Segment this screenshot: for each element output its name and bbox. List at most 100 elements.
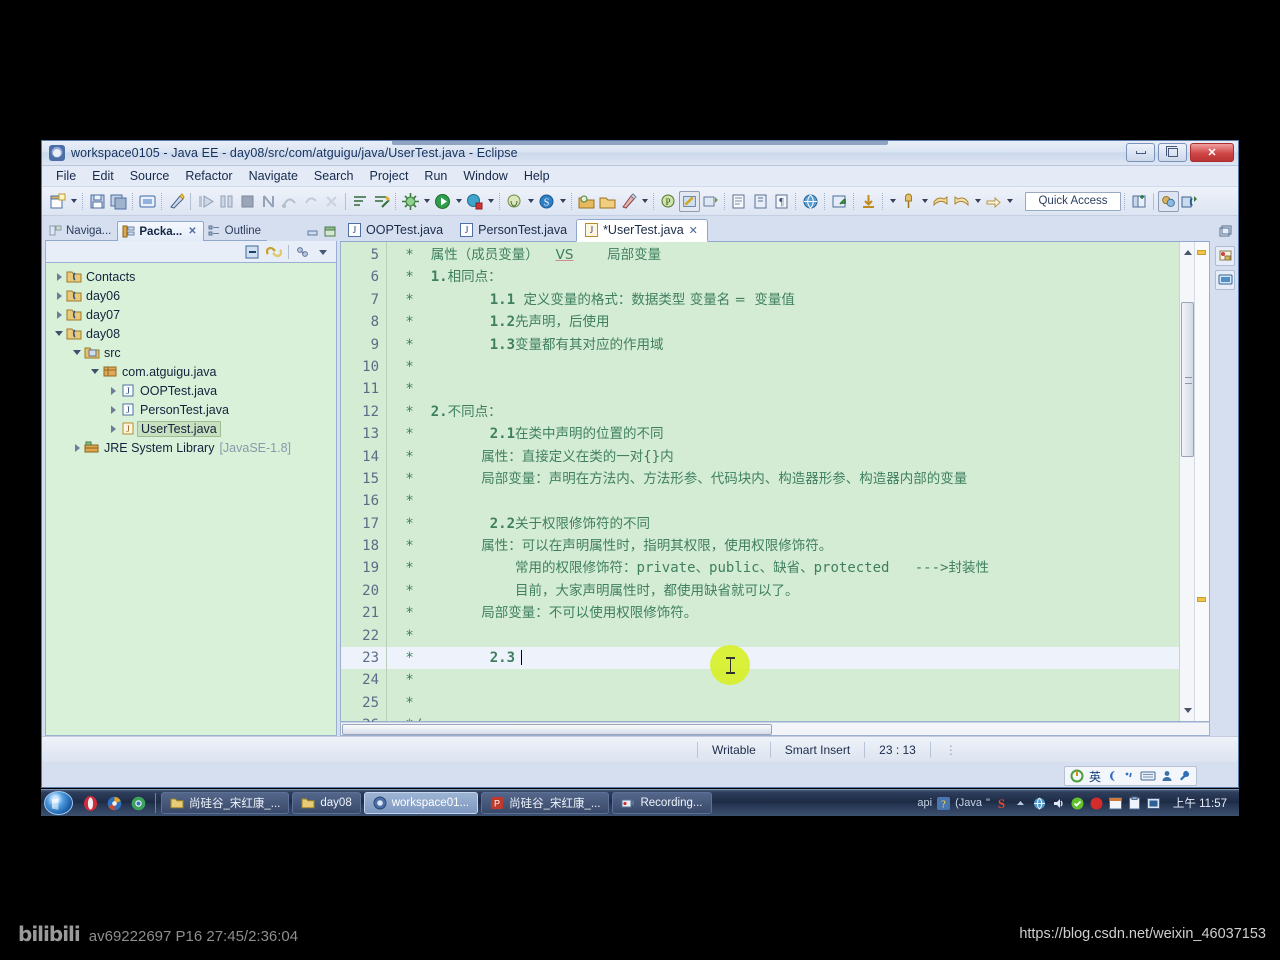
pin-dropdown-icon[interactable] xyxy=(919,191,930,211)
overview-marker[interactable] xyxy=(1197,597,1206,602)
window-title-bar[interactable]: workspace0105 - Java EE - day08/src/com/… xyxy=(42,141,1238,166)
scrollbar-thumb[interactable] xyxy=(342,724,772,735)
tree-item-src[interactable]: src xyxy=(46,343,336,362)
menu-window[interactable]: Window xyxy=(455,167,515,185)
view-menu-icon[interactable] xyxy=(295,245,310,259)
tree-item-persontest[interactable]: J PersonTest.java xyxy=(46,400,336,419)
close-icon[interactable]: ✕ xyxy=(689,224,698,237)
java-ee-perspective-icon[interactable] xyxy=(1158,190,1179,212)
opera-icon[interactable] xyxy=(78,792,102,814)
scrollbar-thumb[interactable] xyxy=(1181,302,1194,457)
debug-icon[interactable] xyxy=(400,191,421,212)
code-line[interactable]: * 2.不同点： xyxy=(387,401,1179,423)
collapse-arrow-icon[interactable] xyxy=(52,331,66,336)
menu-project[interactable]: Project xyxy=(362,167,417,185)
coverage-icon[interactable] xyxy=(464,191,485,212)
quick-access-input[interactable]: Quick Access xyxy=(1025,191,1121,211)
new-wizard-icon[interactable] xyxy=(47,191,68,212)
suspend-icon[interactable] xyxy=(216,191,237,212)
collapse-all-icon[interactable] xyxy=(245,245,260,259)
open-task-icon[interactable] xyxy=(597,191,618,212)
project-tree[interactable]: Contacts day06 day07 day08 src com.atgui… xyxy=(45,263,337,736)
open-browser-icon[interactable] xyxy=(800,191,821,212)
drop-to-frame-icon[interactable] xyxy=(321,191,342,212)
code-line-current[interactable]: * 2.3 xyxy=(387,647,1179,670)
print-icon[interactable] xyxy=(137,191,158,212)
display-view-icon[interactable] xyxy=(1215,270,1235,290)
open-perspective-icon[interactable] xyxy=(829,191,850,212)
editor-tab-persontest[interactable]: J PersonTest.java xyxy=(452,220,577,242)
back-dropdown-icon[interactable] xyxy=(972,191,983,211)
new-class-dropdown-icon[interactable] xyxy=(557,191,568,211)
ime-moon-icon[interactable] xyxy=(1106,769,1118,783)
taskbar-item-folder-day08[interactable]: day08 xyxy=(292,792,361,814)
calendar-icon[interactable] xyxy=(1108,796,1123,811)
ime-punct-icon[interactable] xyxy=(1123,769,1135,783)
annotation-icon[interactable] xyxy=(700,191,721,212)
forward-history-icon[interactable] xyxy=(930,191,951,212)
open-type-icon[interactable] xyxy=(576,191,597,212)
taskbar-item-recording[interactable]: Recording... xyxy=(612,792,712,814)
code-line[interactable]: * 2.2关于权限修饰符的不同 xyxy=(387,513,1179,535)
search-icon[interactable] xyxy=(618,191,639,212)
view-chevron-icon[interactable] xyxy=(316,245,330,259)
expand-arrow-icon[interactable] xyxy=(70,444,84,452)
tree-item-contacts[interactable]: Contacts xyxy=(46,267,336,286)
marker-icon[interactable]: P xyxy=(658,191,679,212)
new-java-project-dropdown-icon[interactable] xyxy=(525,191,536,211)
overview-marker[interactable] xyxy=(1197,250,1206,255)
firefox-icon[interactable] xyxy=(102,792,126,814)
toggle-mark-occurrences-icon[interactable] xyxy=(679,190,700,212)
code-line[interactable]: * 1.3变量都有其对应的作用域 xyxy=(387,334,1179,356)
ime-keyboard-icon[interactable] xyxy=(1140,769,1156,783)
window-drag-handle[interactable] xyxy=(392,141,888,145)
code-line[interactable]: */ xyxy=(387,714,1179,721)
help-icon[interactable]: ? xyxy=(936,796,951,811)
search-dropdown-icon[interactable] xyxy=(639,191,650,211)
minimize-button[interactable] xyxy=(1126,143,1155,162)
maximize-button[interactable] xyxy=(1158,143,1187,162)
menu-file[interactable]: File xyxy=(48,167,84,185)
code-line[interactable]: * xyxy=(387,356,1179,378)
taskbar-item-powerpoint[interactable]: P 尚硅谷_宋红康_... xyxy=(481,792,610,814)
tree-item-day08[interactable]: day08 xyxy=(46,324,336,343)
editor-tab-ooptest[interactable]: J OOPTest.java xyxy=(340,220,453,242)
source-editor[interactable]: 5 6 7 8 9 10 11 12 13 14 15 16 17 18 19 … xyxy=(340,242,1210,733)
menu-run[interactable]: Run xyxy=(416,167,455,185)
link-with-editor-icon[interactable] xyxy=(266,245,282,259)
external-tools-icon[interactable] xyxy=(371,191,392,212)
step-return-icon[interactable] xyxy=(300,191,321,212)
network-icon[interactable] xyxy=(1032,796,1047,811)
download-icon[interactable] xyxy=(858,191,879,212)
view-tab-navigator[interactable]: Naviga... xyxy=(45,221,118,241)
code-line[interactable]: * 属性：直接定义在类的一对{}内 xyxy=(387,446,1179,468)
tree-item-package[interactable]: com.atguigu.java xyxy=(46,362,336,381)
paragraph-marks-icon[interactable]: ¶ xyxy=(771,191,792,212)
step-into-icon[interactable] xyxy=(258,191,279,212)
scroll-down-arrow-icon[interactable] xyxy=(1184,708,1192,713)
volume-icon[interactable] xyxy=(1051,796,1066,811)
new-java-project-icon[interactable] xyxy=(504,191,525,212)
editor-vertical-scrollbar[interactable] xyxy=(1179,242,1194,721)
ime-lang-icon[interactable]: 英 xyxy=(1089,768,1101,785)
code-line[interactable]: * 属性：可以在声明属性时，指明其权限，使用权限修饰符。 xyxy=(387,535,1179,557)
save-all-icon[interactable] xyxy=(108,191,129,212)
code-line[interactable]: * xyxy=(387,625,1179,647)
new-wizard-dropdown-icon[interactable] xyxy=(68,191,79,211)
pin-icon[interactable] xyxy=(898,191,919,212)
code-line[interactable]: * 常用的权限修饰符：private、public、缺省、protected -… xyxy=(387,557,1179,579)
expand-arrow-icon[interactable] xyxy=(106,406,120,414)
maximize-view-icon[interactable] xyxy=(323,225,337,238)
expand-arrow-icon[interactable] xyxy=(106,387,120,395)
code-line[interactable]: * 属性（成员变量） VS 局部变量 xyxy=(387,244,1179,266)
scroll-up-arrow-icon[interactable] xyxy=(1184,250,1192,255)
code-line[interactable]: * 1.相同点： xyxy=(387,266,1179,288)
sogou-s-icon[interactable]: S xyxy=(994,796,1009,811)
taskbar-item-folder-shangguigu[interactable]: 尚硅谷_宋红康_... xyxy=(161,792,290,814)
clipboard-icon[interactable] xyxy=(1127,796,1142,811)
menu-edit[interactable]: Edit xyxy=(84,167,122,185)
close-icon[interactable]: ✕ xyxy=(188,226,196,237)
close-button[interactable]: ✕ xyxy=(1190,143,1234,162)
code-line[interactable]: * xyxy=(387,378,1179,400)
tree-item-ooptest[interactable]: J OOPTest.java xyxy=(46,381,336,400)
